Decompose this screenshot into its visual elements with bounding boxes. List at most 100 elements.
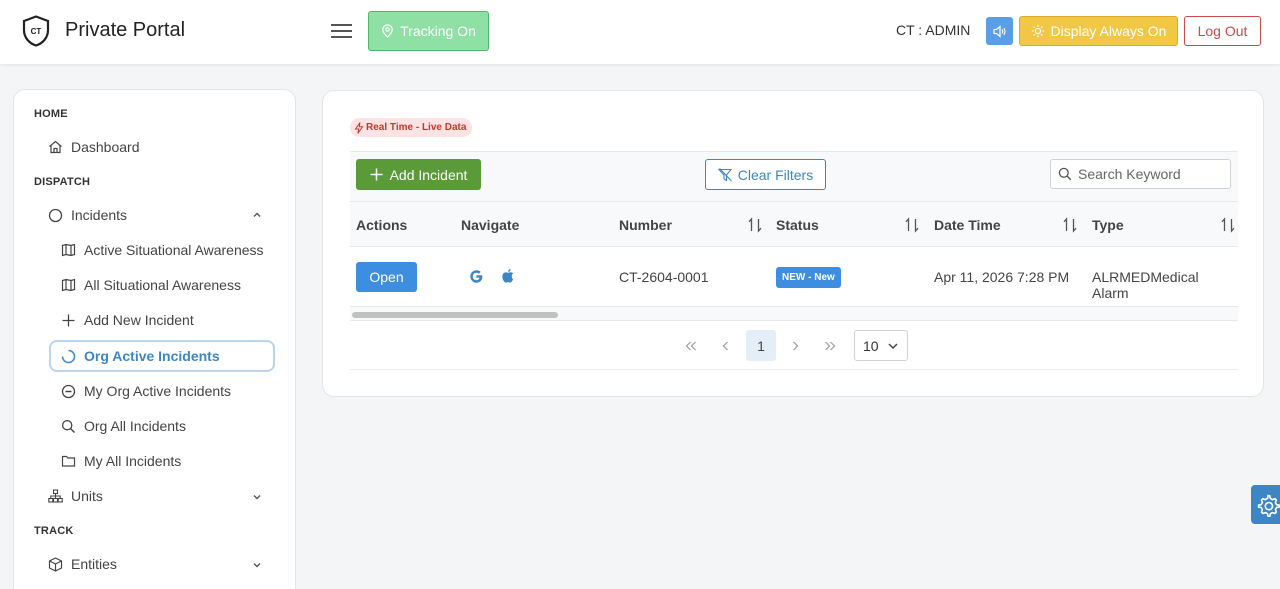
column-header-actions: Actions [356, 217, 408, 233]
chevron-down-icon [888, 342, 898, 349]
horizontal-scrollbar[interactable] [350, 307, 1238, 321]
search-icon [1058, 167, 1072, 181]
sidebar-item-units[interactable]: Units [48, 484, 103, 508]
chevron-down-icon[interactable] [251, 559, 263, 571]
chevron-up-icon[interactable] [251, 209, 263, 221]
sun-icon [1031, 24, 1044, 38]
sidebar-item-label: My All Incidents [84, 453, 182, 469]
incident-number: CT-2604-0001 [619, 269, 709, 285]
sidebar-item-label: Org Active Incidents [84, 348, 220, 364]
user-label: CT : ADMIN [896, 22, 971, 38]
sidebar-item-add-new-incident[interactable]: Add New Incident [61, 308, 194, 332]
sidebar-item-label: Entities [71, 556, 117, 572]
last-page-icon [825, 341, 836, 350]
map-icon [61, 278, 76, 292]
circle-icon [48, 208, 63, 222]
sidebar-item-label: All Situational Awareness [84, 277, 241, 293]
sidebar-item-label: Add New Incident [84, 312, 194, 328]
first-page-button[interactable] [676, 330, 706, 361]
sitemap-icon [48, 489, 63, 503]
prev-page-button[interactable] [711, 330, 741, 361]
section-dispatch: DISPATCH [34, 176, 91, 188]
add-incident-button[interactable]: Add Incident [356, 159, 481, 190]
tracking-label: Tracking On [400, 23, 476, 39]
sort-icon[interactable] [1220, 217, 1236, 233]
logo-text: CT [31, 27, 42, 36]
pagination: 1 10 [350, 322, 1238, 370]
sidebar-item-label: Units [71, 488, 103, 504]
google-icon[interactable] [469, 269, 484, 284]
folder-icon [61, 455, 76, 467]
sidebar-item-label: My Org Active Incidents [84, 383, 232, 399]
sidebar-item-incidents[interactable]: Incidents [48, 203, 127, 227]
page-number-button[interactable]: 1 [746, 330, 776, 361]
sort-icon[interactable] [747, 217, 763, 233]
scrollbar-thumb[interactable] [352, 312, 558, 318]
rows-per-page-select[interactable]: 10 [854, 330, 908, 361]
sidebar-item-dashboard[interactable]: Dashboard [48, 135, 140, 159]
sidebar-item-label: Dashboard [71, 139, 140, 155]
live-data-label: Real Time - Live Data [366, 122, 467, 133]
column-header-navigate: Navigate [461, 217, 520, 233]
shield-logo-icon[interactable]: CT [22, 15, 50, 47]
table-toolbar: Add Incident Clear Filters [350, 151, 1238, 202]
settings-button[interactable] [1251, 485, 1280, 524]
sort-icon[interactable] [1062, 217, 1078, 233]
sidebar-item-all-situational-awareness[interactable]: All Situational Awareness [61, 273, 241, 297]
sidebar-item-label: Active Situational Awareness [84, 242, 264, 258]
logout-button[interactable]: Log Out [1184, 16, 1261, 46]
gear-icon [1257, 494, 1280, 517]
box-icon [48, 556, 63, 572]
incidents-card: Real Time - Live Data Add Incident Clear… [322, 90, 1264, 397]
minus-circle-icon [61, 384, 76, 398]
chevron-down-icon[interactable] [251, 491, 263, 503]
sidebar-item-my-all-incidents[interactable]: My All Incidents [61, 449, 181, 473]
map-pin-icon [382, 24, 393, 38]
sort-icon[interactable] [904, 217, 920, 233]
rows-per-page-value: 10 [863, 337, 879, 354]
table-row: Open CT-2604-0001 NEW - New Apr 11, 2026… [350, 247, 1238, 307]
sound-button[interactable] [986, 17, 1013, 45]
apple-icon[interactable] [501, 268, 515, 283]
plus-icon [370, 168, 383, 181]
clear-filters-button[interactable]: Clear Filters [705, 159, 826, 190]
sidebar-item-my-org-active-incidents[interactable]: My Org Active Incidents [61, 379, 231, 403]
sidebar-item-label: Org All Incidents [84, 418, 186, 434]
column-header-date-time[interactable]: Date Time [934, 217, 1001, 233]
filter-icon [717, 167, 732, 181]
column-header-status[interactable]: Status [776, 217, 819, 233]
prev-page-icon [722, 341, 728, 350]
status-badge: NEW - New [776, 267, 841, 288]
next-page-icon [793, 341, 799, 350]
live-data-badge: Real Time - Live Data [350, 118, 473, 137]
search-input[interactable] [1078, 166, 1223, 182]
sidebar-item-active-situational-awareness[interactable]: Active Situational Awareness [61, 238, 264, 262]
sidebar: HOME Dashboard DISPATCH Incidents Active… [13, 89, 296, 589]
open-incident-button[interactable]: Open [356, 262, 417, 292]
plus-icon [62, 314, 75, 326]
lightning-icon [354, 121, 364, 134]
clear-filters-label: Clear Filters [737, 166, 814, 183]
hamburger-icon[interactable] [331, 21, 353, 41]
speaker-icon [993, 24, 1006, 38]
spinner-icon [61, 349, 76, 363]
next-page-button[interactable] [780, 330, 810, 361]
add-incident-label: Add Incident [389, 166, 468, 183]
incident-date-time: Apr 11, 2026 7:28 PM [934, 269, 1070, 285]
column-header-type[interactable]: Type [1092, 217, 1124, 233]
display-always-on-button[interactable]: Display Always On [1019, 16, 1178, 46]
search-icon [61, 419, 75, 433]
display-label: Display Always On [1050, 23, 1167, 39]
map-icon [61, 243, 76, 257]
last-page-button[interactable] [815, 330, 845, 361]
incident-type: ALRMEDMedical Alarm [1092, 269, 1199, 301]
sidebar-item-label: Incidents [71, 207, 128, 223]
sidebar-item-org-active-incidents[interactable]: Org Active Incidents [61, 344, 220, 368]
tracking-button[interactable]: Tracking On [368, 11, 489, 51]
column-header-number[interactable]: Number [619, 217, 672, 233]
search-box [1050, 159, 1231, 189]
home-icon [49, 140, 62, 154]
brand-title[interactable]: Private Portal [65, 19, 185, 42]
sidebar-item-org-all-incidents[interactable]: Org All Incidents [61, 414, 186, 438]
sidebar-item-entities[interactable]: Entities [48, 552, 117, 576]
